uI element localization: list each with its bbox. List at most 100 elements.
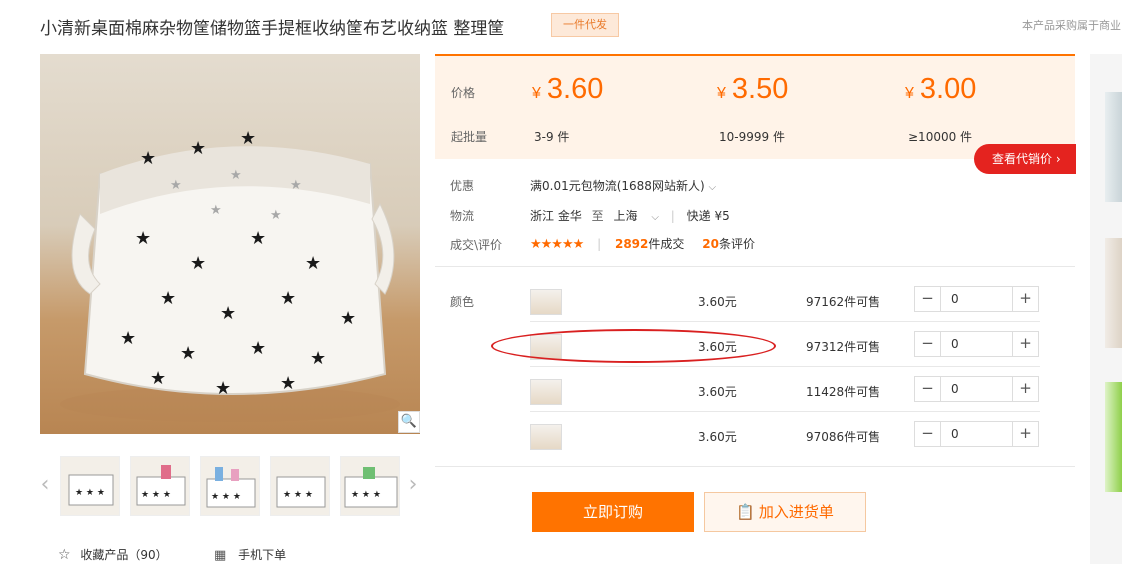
thumbnail-5[interactable]: ★ ★ ★ <box>340 456 400 516</box>
add-to-cart-button[interactable]: 📋 加入进货单 <box>704 492 866 532</box>
main-product-image[interactable]: ★ ★ ★ ★ ★ ★ ★ ★ ★ ★ ★ ★ ★ ★ ★ ★ ★ ★ ★ ★ ★ ★ ★ <box>40 54 420 434</box>
quantity-stepper: − + <box>914 286 1039 312</box>
minus-icon[interactable]: − <box>915 287 941 311</box>
to-word: 至 <box>591 209 604 223</box>
quantity-input[interactable] <box>941 287 1012 311</box>
minus-icon[interactable]: − <box>915 377 941 401</box>
price-label: 价格 <box>451 86 476 100</box>
quantity-stepper: − + <box>914 421 1039 447</box>
svg-text:★: ★ <box>215 378 231 399</box>
thumbnail-2[interactable]: ★ ★ ★ <box>130 456 190 516</box>
dropship-badge[interactable]: 一件代发 <box>551 13 619 37</box>
recommend-thumb[interactable] <box>1105 238 1122 348</box>
quantity-input[interactable] <box>941 422 1012 446</box>
add-to-cart-label: 加入进货单 <box>758 503 834 521</box>
sku-thumbnail[interactable] <box>530 289 562 315</box>
tier-2-price: ¥3.50 <box>717 73 789 105</box>
recommend-thumb[interactable] <box>1105 92 1122 202</box>
sku-thumbnail[interactable] <box>530 424 562 450</box>
svg-text:★ ★ ★: ★ ★ ★ <box>283 490 313 500</box>
magnifier-icon[interactable]: 🔍 <box>398 411 420 433</box>
reviews-count[interactable]: 20 <box>702 237 719 251</box>
svg-text:★: ★ <box>305 253 321 274</box>
qrcode-icon: ▦ <box>214 548 227 563</box>
svg-text:★: ★ <box>280 288 296 309</box>
mobile-order-label: 手机下单 <box>238 548 287 562</box>
svg-text:★: ★ <box>280 373 296 394</box>
sku-price: 3.60元 <box>698 430 737 444</box>
svg-text:★ ★ ★: ★ ★ ★ <box>211 492 241 502</box>
highlight-annotation <box>491 329 776 363</box>
chevron-left-icon[interactable]: ‹ <box>38 472 52 497</box>
favorite-label: 收藏产品（90） <box>80 548 168 562</box>
recommend-thumb[interactable] <box>1105 382 1122 492</box>
sku-stock: 97086件可售 <box>806 430 881 444</box>
promo-text: 满0.01元包物流(1688网站新人) <box>530 179 705 193</box>
svg-text:★: ★ <box>140 148 156 169</box>
plus-icon[interactable]: + <box>1012 287 1038 311</box>
favorite-product[interactable]: ☆ 收藏产品（90） <box>58 546 168 563</box>
svg-text:★: ★ <box>270 208 282 223</box>
color-label: 颜色 <box>450 295 475 309</box>
purchase-notice: 本产品采购属于商业 <box>1022 19 1121 32</box>
price-panel: 价格 起批量 ¥3.60 3-9 件 ¥3.50 10-9999 件 ¥3.00… <box>435 54 1075 159</box>
chevron-down-icon: ⌵ <box>708 182 717 193</box>
promo-label: 优惠 <box>450 179 475 193</box>
storage-basket-illustration: ★ ★ ★ ★ ★ ★ ★ ★ ★ ★ ★ ★ ★ ★ ★ ★ ★ ★ ★ ★ ★ ★ ★ <box>60 128 400 422</box>
tier-3-batch: ≥10000 件 <box>908 130 973 144</box>
divider <box>530 366 1040 367</box>
plus-icon[interactable]: + <box>1012 377 1038 401</box>
promo-value[interactable]: 满0.01元包物流(1688网站新人) ⌵ <box>530 177 716 194</box>
plus-icon[interactable]: + <box>1012 332 1038 356</box>
chevron-right-icon[interactable]: › <box>406 472 420 497</box>
reviews-word: 条评价 <box>718 237 755 251</box>
svg-text:★ ★ ★: ★ ★ ★ <box>351 490 381 500</box>
tier-3-price: ¥3.00 <box>905 73 977 105</box>
svg-text:★: ★ <box>240 128 256 149</box>
quantity-input[interactable] <box>941 332 1012 356</box>
svg-text:★ ★ ★: ★ ★ ★ <box>75 488 105 498</box>
product-title: 小清新桌面棉麻杂物筐储物篮手提框收纳筐布艺收纳篮 整理筐 <box>40 19 505 39</box>
thumbnail-3[interactable]: ★ ★ ★ <box>200 456 260 516</box>
minus-icon[interactable]: − <box>915 332 941 356</box>
tier-2-batch: 10-9999 件 <box>719 130 785 144</box>
svg-text:★: ★ <box>160 288 176 309</box>
plus-icon[interactable]: + <box>1012 422 1038 446</box>
deal-label: 成交\评价 <box>450 238 503 252</box>
clipboard-icon: 📋 <box>736 503 755 521</box>
sku-price: 3.60元 <box>698 385 737 399</box>
svg-text:★ ★ ★: ★ ★ ★ <box>141 490 171 500</box>
svg-text:★: ★ <box>190 138 206 159</box>
recommend-rail <box>1090 54 1122 564</box>
destination-select[interactable]: 上海 ⌵ <box>614 209 663 223</box>
thumbnail-4[interactable]: ★ ★ ★ <box>270 456 330 516</box>
mobile-order[interactable]: ▦ 手机下单 <box>214 546 286 563</box>
destination-text: 上海 <box>613 209 638 223</box>
divider <box>530 411 1040 412</box>
svg-text:★: ★ <box>250 338 266 359</box>
svg-text:★: ★ <box>120 328 136 349</box>
quantity-input[interactable] <box>941 377 1012 401</box>
agent-price-button[interactable]: 查看代销价 › <box>974 144 1076 174</box>
deals-word: 件成交 <box>648 237 685 251</box>
divider <box>435 266 1075 267</box>
divider <box>435 466 1075 467</box>
quantity-stepper: − + <box>914 331 1039 357</box>
chevron-down-icon: ⌵ <box>651 212 659 223</box>
thumbnail-1[interactable]: ★ ★ ★ <box>60 456 120 516</box>
sku-stock: 97162件可售 <box>806 295 881 309</box>
deals-count[interactable]: 2892 <box>615 237 648 251</box>
minus-icon[interactable]: − <box>915 422 941 446</box>
thumbnail-strip: ‹ ★ ★ ★ ★ ★ ★ ★ ★ ★ ★ ★ ★ ★ ★ ★ › <box>40 456 420 516</box>
svg-text:★: ★ <box>190 253 206 274</box>
star-outline-icon: ☆ <box>58 547 71 563</box>
svg-text:★: ★ <box>170 178 182 193</box>
sku-price: 3.60元 <box>698 295 737 309</box>
deal-row: ★★★★★ | 2892件成交 20条评价 <box>530 237 755 252</box>
tier-1-batch: 3-9 件 <box>534 130 570 144</box>
buy-now-button[interactable]: 立即订购 <box>532 492 694 532</box>
sku-thumbnail[interactable] <box>530 379 562 405</box>
promo-row: 优惠 <box>450 177 474 194</box>
logistics-label: 物流 <box>450 209 475 223</box>
svg-text:★: ★ <box>340 308 356 329</box>
